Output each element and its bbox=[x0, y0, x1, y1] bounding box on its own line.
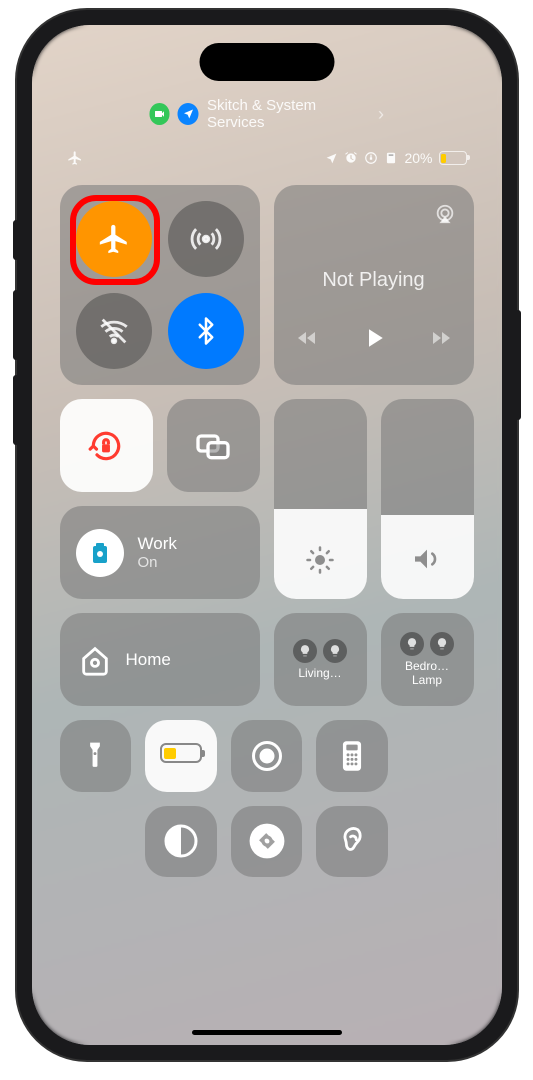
bulb-icon bbox=[323, 639, 347, 663]
orientation-lock-button[interactable] bbox=[60, 399, 153, 492]
screen-mirroring-icon bbox=[193, 426, 233, 466]
location-indicator-icon bbox=[178, 103, 199, 125]
wifi-off-icon bbox=[97, 314, 131, 348]
privacy-apps-label: Skitch & System Services bbox=[207, 97, 370, 131]
home-label: Home bbox=[126, 650, 171, 670]
side-button bbox=[515, 310, 521, 420]
home-indicator[interactable] bbox=[192, 1030, 342, 1035]
iphone-frame: Skitch & System Services › 20 bbox=[17, 10, 517, 1060]
home-icon bbox=[78, 643, 112, 677]
bulb-icon bbox=[293, 639, 317, 663]
play-button[interactable] bbox=[359, 323, 389, 353]
battery-icon bbox=[439, 151, 467, 165]
status-bar: 20% bbox=[32, 150, 502, 166]
bulb-icon bbox=[430, 632, 454, 656]
cellular-icon bbox=[189, 222, 223, 256]
alarm-status-icon bbox=[344, 151, 358, 165]
dynamic-island bbox=[199, 43, 334, 81]
low-power-mode-button[interactable] bbox=[145, 720, 217, 792]
screen-record-button[interactable] bbox=[231, 720, 303, 792]
ear-icon bbox=[335, 824, 369, 858]
volume-up bbox=[13, 290, 19, 360]
airplane-icon bbox=[97, 222, 131, 256]
battery-low-power-icon bbox=[160, 743, 202, 768]
focus-work-icon bbox=[76, 529, 124, 577]
mute-switch bbox=[13, 220, 19, 260]
dark-mode-icon bbox=[163, 823, 199, 859]
home-button[interactable]: Home bbox=[60, 613, 260, 706]
media-title: Not Playing bbox=[292, 269, 456, 292]
accessory-2-label-1: Bedro… bbox=[405, 660, 449, 673]
home-accessory-2[interactable]: Bedro… Lamp bbox=[381, 613, 474, 706]
volume-icon bbox=[411, 543, 443, 575]
focus-name: Work bbox=[138, 533, 177, 554]
brightness-icon bbox=[305, 545, 335, 575]
calculator-icon bbox=[338, 739, 366, 773]
media-tile[interactable]: Not Playing bbox=[274, 185, 474, 385]
flashlight-button[interactable] bbox=[60, 720, 132, 792]
bulb-icon bbox=[400, 632, 424, 656]
dark-mode-button[interactable] bbox=[145, 806, 217, 878]
accessory-1-label: Living… bbox=[298, 667, 341, 680]
chevron-right-icon: › bbox=[378, 104, 384, 125]
home-accessory-1[interactable]: Living… bbox=[274, 613, 367, 706]
forward-button[interactable] bbox=[429, 326, 453, 350]
privacy-indicator-pill[interactable]: Skitch & System Services › bbox=[149, 97, 384, 131]
shazam-icon bbox=[248, 822, 286, 860]
empty-slot bbox=[402, 720, 474, 792]
camera-indicator-icon bbox=[149, 103, 170, 125]
record-icon bbox=[249, 738, 285, 774]
shazam-button[interactable] bbox=[231, 806, 303, 878]
calculator-button[interactable] bbox=[316, 720, 388, 792]
wifi-button[interactable] bbox=[76, 293, 152, 369]
focus-button[interactable]: Work On bbox=[60, 506, 260, 599]
flashlight-icon bbox=[80, 739, 110, 773]
brightness-slider[interactable] bbox=[274, 399, 367, 599]
orientation-lock-icon bbox=[87, 427, 125, 465]
battery-percent: 20% bbox=[404, 150, 432, 166]
orientation-lock-status-icon bbox=[364, 151, 378, 165]
bluetooth-icon bbox=[191, 316, 221, 346]
airplane-mode-button[interactable] bbox=[76, 201, 152, 277]
airplane-status-icon bbox=[67, 150, 83, 166]
empty-slot bbox=[60, 806, 132, 878]
cellular-data-button[interactable] bbox=[168, 201, 244, 277]
screen-mirroring-button[interactable] bbox=[167, 399, 260, 492]
shortcuts-status-icon bbox=[384, 151, 398, 165]
empty-slot bbox=[402, 806, 474, 878]
connectivity-tile[interactable] bbox=[60, 185, 260, 385]
volume-slider[interactable] bbox=[381, 399, 474, 599]
focus-state: On bbox=[138, 554, 177, 573]
hearing-button[interactable] bbox=[316, 806, 388, 878]
rewind-button[interactable] bbox=[295, 326, 319, 350]
bluetooth-button[interactable] bbox=[168, 293, 244, 369]
location-status-icon bbox=[325, 152, 338, 165]
accessory-2-label-2: Lamp bbox=[405, 674, 449, 687]
screen: Skitch & System Services › 20 bbox=[32, 25, 502, 1045]
volume-down bbox=[13, 375, 19, 445]
airplay-icon[interactable] bbox=[434, 203, 456, 225]
